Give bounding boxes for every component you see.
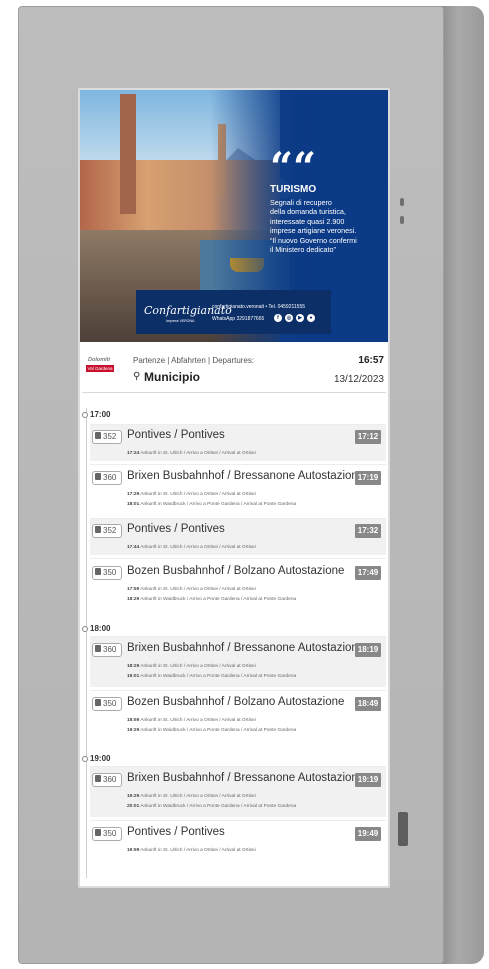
departure-time: 17:19 [355,471,381,485]
logo-subtitle: Imprese VERONA [166,319,195,323]
stop-info: 19:59 Ankunft in St. Ulrich / Arrivo a O… [127,848,256,853]
destination: Pontives / Pontives [127,429,225,441]
location-pin-icon: ⚲ [133,371,141,382]
stop-info: 18:01 Ankunft in Waidbruck / Arrivo a Po… [127,502,297,507]
stop-info: 19:29 Ankunft in Waidbruck / Arrivo a Po… [127,728,297,733]
instagram-icon: ◎ [285,314,293,322]
kiosk-indicator-light [400,216,404,224]
dolomiti-logo: Dolomiti Val Gardena [86,357,114,372]
line-badge: 360 [92,643,122,657]
bus-icon [95,526,101,534]
line-badge: 360 [92,773,122,787]
stop-info: 17:59 Ankunft in St. Ulrich / Arrivo a O… [127,587,256,592]
current-date: 13/12/2023 [333,374,384,385]
facebook-icon: f [274,314,282,322]
departure-time: 19:19 [355,773,381,787]
stop-name: Municipio [144,370,200,384]
stop-info: 20:01 Ankunft in Waidbruck / Arrivo a Po… [127,804,297,809]
bus-icon [95,775,101,783]
divider [82,392,386,393]
departures-label: Partenze | Abfahrten | Departures: [133,356,255,365]
ad-contact: confartigianato.veronait • Tel. 04592115… [212,304,306,310]
departure-time: 18:49 [355,697,381,711]
bus-icon [95,568,101,576]
linkedin-icon: ● [307,314,315,322]
departure-row[interactable]: 360 Brixen Busbahnhof / Bressanone Autos… [90,766,386,817]
stop-info: 19:29 Ankunft in St. Ulrich / Arrivo a O… [127,794,256,799]
departure-time: 17:32 [355,524,381,538]
kiosk-indicator-light [400,198,404,206]
destination: Brixen Busbahnhof / Bressanone Autostazi… [127,772,365,784]
bus-icon [95,699,101,707]
destination: Pontives / Pontives [127,826,225,838]
hour-marker: 19:00 [82,754,110,763]
card-slot [398,812,408,846]
departure-row[interactable]: 352 Pontives / Pontives 17:32 17:44 Anku… [90,518,386,555]
youtube-icon: ▶ [296,314,304,322]
kiosk-side-panel [440,6,484,964]
current-time: 16:57 [358,355,384,366]
ad-whatsapp: WhatsApp 3291877665 [212,316,265,322]
destination: Pontives / Pontives [127,523,225,535]
departure-time: 17:12 [355,430,381,444]
display-screen: ““ TURISMO Segnali di recupero della dom… [80,90,388,886]
hour-marker: 18:00 [82,624,110,633]
departure-row[interactable]: 350 Pontives / Pontives 19:49 19:59 Anku… [90,820,386,859]
departure-time: 19:49 [355,827,381,841]
tower-image [120,94,136,214]
destination: Bozen Busbahnhof / Bolzano Autostazione [127,696,345,708]
departure-time: 18:19 [355,643,381,657]
line-badge: 350 [92,827,122,841]
line-badge: 352 [92,524,122,538]
departure-row[interactable]: 350 Bozen Busbahnhof / Bolzano Autostazi… [90,558,386,609]
line-badge: 352 [92,430,122,444]
advertisement-banner: ““ TURISMO Segnali di recupero della dom… [80,90,388,342]
destination: Brixen Busbahnhof / Bressanone Autostazi… [127,470,365,482]
line-badge: 350 [92,566,122,580]
stop-info: 18:29 Ankunft in Waidbruck / Arrivo a Po… [127,597,297,602]
stop-info: 18:29 Ankunft in St. Ulrich / Arrivo a O… [127,664,256,669]
ad-text: Segnali di recupero della domanda turist… [270,198,357,255]
stop-info: 17:44 Ankunft in St. Ulrich / Arrivo a O… [127,545,256,550]
stop-info: 17:29 Ankunft in St. Ulrich / Arrivo a O… [127,492,256,497]
hour-marker: 17:00 [82,410,110,419]
bus-icon [95,473,101,481]
departure-time: 17:49 [355,566,381,580]
stop-info: 19:01 Ankunft in Waidbruck / Arrivo a Po… [127,674,297,679]
departure-row[interactable]: 360 Brixen Busbahnhof / Bressanone Autos… [90,464,386,515]
bus-icon [95,829,101,837]
line-badge: 350 [92,697,122,711]
destination: Brixen Busbahnhof / Bressanone Autostazi… [127,642,365,654]
ad-title: TURISMO [270,184,317,195]
line-badge: 360 [92,471,122,485]
timeline-line [86,408,87,878]
destination: Bozen Busbahnhof / Bolzano Autostazione [127,565,345,577]
stop-info: 17:24 Ankunft in St. Ulrich / Arrivo a O… [127,451,256,456]
departure-row[interactable]: 360 Brixen Busbahnhof / Bressanone Autos… [90,636,386,687]
quote-mark: ““ [270,144,317,191]
bus-icon [95,645,101,653]
stop-info: 18:59 Ankunft in St. Ulrich / Arrivo a O… [127,718,256,723]
departure-row[interactable]: 350 Bozen Busbahnhof / Bolzano Autostazi… [90,690,386,741]
bus-icon [95,432,101,440]
departure-row[interactable]: 352 Pontives / Pontives 17:12 17:24 Anku… [90,424,386,461]
